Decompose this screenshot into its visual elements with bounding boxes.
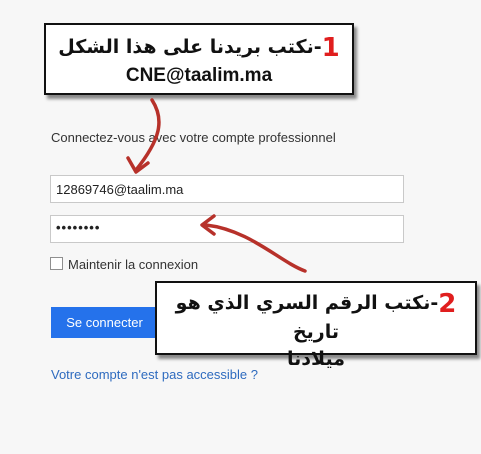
arrow-to-password — [204, 223, 307, 273]
annotation-arrows — [126, 98, 307, 273]
arrow-to-email — [134, 98, 161, 172]
